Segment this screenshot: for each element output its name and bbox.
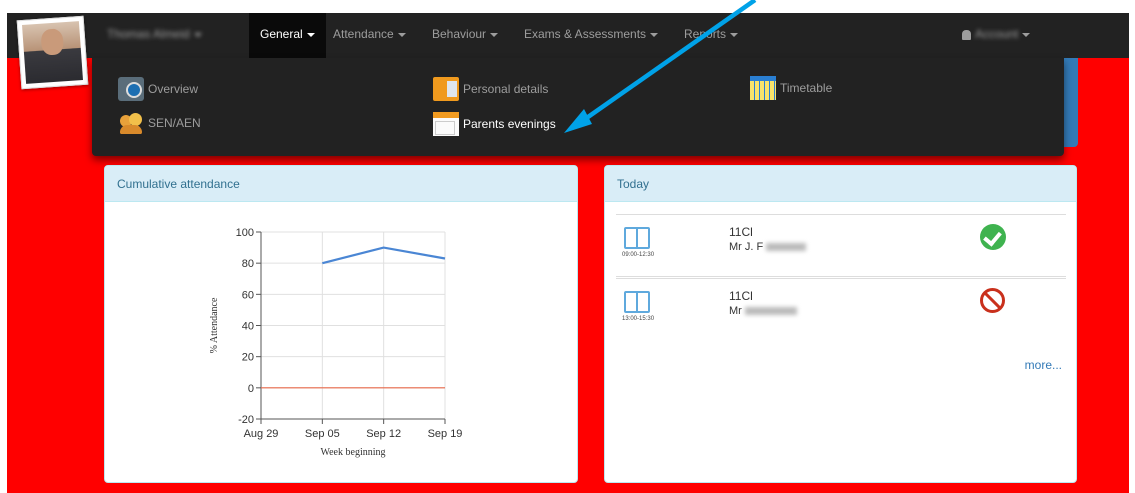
user-name-menu[interactable]: Thomas Almeid	[107, 13, 202, 58]
user-icon	[962, 29, 971, 40]
lesson-teacher: Mr J. F	[729, 241, 807, 253]
menu-item-timetable[interactable]: Timetable	[750, 75, 832, 101]
lesson-class: 11Cl	[729, 225, 753, 239]
y-tick-label: 20	[242, 352, 254, 364]
avatar[interactable]	[16, 15, 89, 90]
x-tick-label: Aug 29	[244, 428, 279, 440]
attendance-panel: Cumulative attendance 100 80 60 40 20 0 -20 Aug…	[104, 165, 578, 483]
nav-behaviour-menu[interactable]: Behaviour	[432, 13, 499, 58]
book-icon	[624, 291, 650, 313]
nav-exams-menu[interactable]: Exams & Assessments	[524, 13, 659, 58]
general-dropdown-menu: Overview Personal details Timetable SEN/…	[92, 58, 1064, 156]
camera-icon	[118, 77, 144, 101]
absent-prohibited-icon	[980, 288, 1005, 313]
y-tick-label: 60	[242, 289, 254, 301]
hidden-panel-edge	[1064, 58, 1078, 147]
y-tick-label: 40	[242, 321, 254, 333]
lesson-row[interactable]: 13:00-15:30 11Cl Mr	[616, 276, 1066, 336]
lesson-class: 11Cl	[729, 289, 753, 303]
today-panel: Today 09:00-12:30 11Cl Mr J. F 13:00-15:…	[604, 165, 1077, 483]
menu-item-parents-evenings[interactable]: Parents evenings	[433, 111, 556, 137]
profile-photo	[22, 21, 83, 84]
y-tick-label: 0	[248, 383, 254, 395]
y-axis-label: % Attendance	[209, 297, 220, 353]
y-tick-label: 80	[242, 258, 254, 270]
people-icon	[118, 111, 144, 135]
x-tick-label: Sep 05	[305, 428, 340, 440]
present-check-icon	[980, 224, 1006, 250]
panel-title: Cumulative attendance	[105, 166, 577, 202]
panel-title: Today	[605, 166, 1076, 202]
timetable-icon	[750, 76, 776, 100]
x-tick-label: Sep 19	[428, 428, 463, 440]
menu-item-personal-details[interactable]: Personal details	[433, 76, 548, 102]
calendar-icon	[433, 112, 459, 136]
lesson-teacher: Mr	[729, 305, 797, 317]
lesson-time: 13:00-15:30	[622, 316, 655, 322]
y-tick-label: -20	[238, 414, 254, 426]
id-card-icon	[433, 77, 459, 101]
top-navbar: Thomas Almeid General Attendance Behavio…	[7, 13, 1129, 58]
nav-attendance-menu[interactable]: Attendance	[333, 13, 406, 58]
menu-item-overview[interactable]: Overview	[118, 76, 198, 102]
attendance-chart: 100 80 60 40 20 0 -20 Aug 29 Sep 05 Sep 12 Sep 19 W…	[209, 227, 463, 458]
x-tick-label: Sep 12	[366, 428, 401, 440]
nav-reports-menu[interactable]: Reports	[684, 13, 739, 58]
book-icon	[624, 227, 650, 249]
menu-item-sen-aen[interactable]: SEN/AEN	[118, 110, 201, 136]
y-tick-label: 100	[236, 227, 254, 239]
lesson-row[interactable]: 09:00-12:30 11Cl Mr J. F	[616, 214, 1066, 274]
account-menu[interactable]: Account	[962, 13, 1031, 58]
more-link[interactable]: more...	[1025, 358, 1062, 372]
x-axis-label: Week beginning	[320, 447, 385, 458]
lesson-time: 09:00-12:30	[622, 252, 655, 258]
nav-general-menu[interactable]: General	[249, 13, 326, 58]
